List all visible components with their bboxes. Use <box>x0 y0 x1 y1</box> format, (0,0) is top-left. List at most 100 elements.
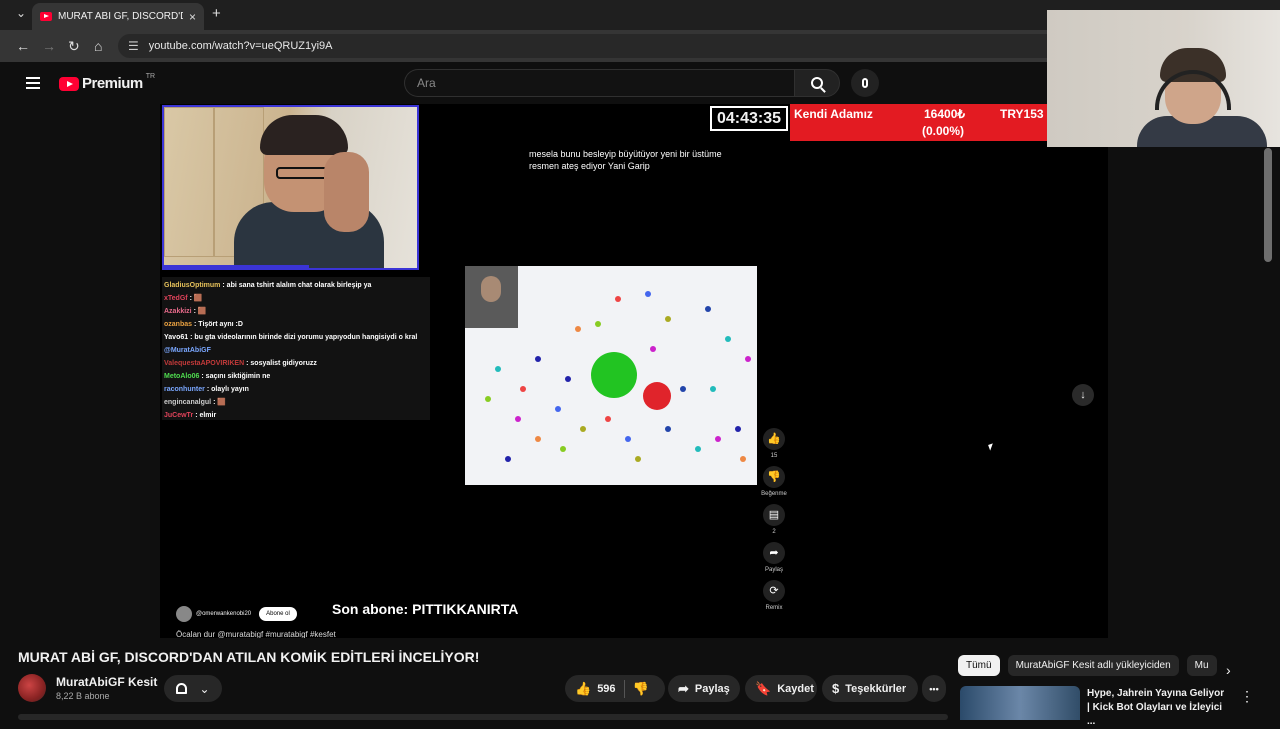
tab-title: MURAT ABİ GF, DISCORD'DAN <box>58 11 183 22</box>
chat-text: : bu gta videolarının birinde dizi yorum… <box>190 334 418 341</box>
banner-change: (0.00%) <box>922 124 965 138</box>
chip-from-uploader[interactable]: MuratAbiGF Kesit adlı yükleyiciden <box>1007 655 1179 676</box>
chat-username: Yavo61 <box>164 334 189 341</box>
chip-partial[interactable]: Mu <box>1186 655 1217 676</box>
shorts-channel-name[interactable]: @omerwankenobi20 <box>196 611 251 617</box>
food-pellet <box>625 436 631 442</box>
notification-bell-button[interactable]: ⌄ <box>164 675 222 702</box>
thanks-button[interactable]: $ Teşekkürler <box>822 675 918 702</box>
food-pellet <box>735 426 741 432</box>
channel-avatar[interactable] <box>18 674 46 702</box>
back-icon[interactable]: ← <box>16 38 30 54</box>
youtube-logo-icon <box>59 76 79 91</box>
menu-icon[interactable] <box>26 77 40 89</box>
webcam-progress-bar <box>164 265 309 268</box>
channel-name[interactable]: MuratAbiGF Kesit <box>56 675 157 689</box>
dislike-icon[interactable]: 👎 <box>633 681 649 697</box>
more-actions-button[interactable]: ••• <box>922 675 946 702</box>
shorts-comment-count: 2 <box>772 529 776 535</box>
chat-text: : sosyalist gidiyoruzz <box>246 360 317 367</box>
chat-username: MetoAlo06 <box>164 373 200 380</box>
address-bar[interactable]: ☰ youtube.com/watch?v=ueQRUZ1yi9A <box>118 34 1058 58</box>
chat-message: MetoAlo06: saçını siktiğimin ne <box>164 370 428 383</box>
banner-name: Kendi Adamız <box>794 107 873 121</box>
streamer-webcam <box>162 105 419 270</box>
bookmark-icon: 🔖 <box>755 680 772 696</box>
chat-username: GladiusOptimum <box>164 282 221 289</box>
like-count[interactable]: 596 <box>597 683 615 695</box>
food-pellet <box>565 376 571 382</box>
dislike-icon[interactable]: 👎 <box>763 466 785 488</box>
agario-gameplay <box>465 266 757 485</box>
chevron-right-icon[interactable]: › <box>1226 662 1231 678</box>
banner-value: 16400₺ <box>924 107 966 121</box>
country-code: TR <box>145 73 156 80</box>
like-dislike-group: 👍 596 👎 <box>565 675 665 702</box>
reactor-webcam <box>1047 10 1280 147</box>
recommended-video-thumbnail[interactable] <box>960 686 1080 720</box>
site-settings-icon[interactable]: ☰ <box>128 39 139 53</box>
shorts-caption: Öcalan dur @muratabigf #muratabigf #kesf… <box>176 630 336 638</box>
share-icon[interactable]: ➦ <box>763 542 785 564</box>
search-icon <box>811 77 823 89</box>
food-pellet <box>635 456 641 462</box>
new-tab-icon[interactable]: + <box>212 5 221 22</box>
food-pellet <box>485 396 491 402</box>
chip-all[interactable]: Tümü <box>958 655 1000 676</box>
video-subtitle: mesela bunu besleyip büyütüyor yeni bir … <box>529 149 722 171</box>
share-label: Paylaş <box>694 682 730 695</box>
youtube-premium-logo[interactable]: Premium TR <box>59 73 156 92</box>
save-label: Kaydet <box>777 682 814 695</box>
video-title: MURAT ABİ GF, DISCORD'DAN ATILAN KOMİK E… <box>18 649 480 665</box>
banner-currency: TRY153 <box>1000 107 1044 121</box>
reload-icon[interactable]: ↻ <box>68 38 80 55</box>
divider <box>623 679 625 698</box>
search-input[interactable]: Ara <box>404 69 794 97</box>
cabinet <box>164 107 214 257</box>
food-pellet <box>615 296 621 302</box>
chat-message: Azakkizi: 🟫 <box>164 305 428 318</box>
voice-search-button[interactable] <box>851 69 879 97</box>
like-icon[interactable]: 👍 <box>575 681 591 697</box>
kebab-menu-icon[interactable]: ⋮ <box>1240 688 1254 705</box>
food-pellet <box>535 356 541 362</box>
chat-text: : saçını siktiğimin ne <box>201 373 271 380</box>
food-pellet <box>725 336 731 342</box>
stream-timer: 04:43:35 <box>710 106 788 131</box>
save-button[interactable]: 🔖 Kaydet <box>745 675 817 702</box>
recommended-video-title[interactable]: Hype, Jahrein Yayına Geliyor | Kick Bot … <box>1087 687 1227 729</box>
remix-icon[interactable]: ⟳ <box>763 580 785 602</box>
home-icon[interactable]: ⌂ <box>94 38 102 54</box>
food-pellet <box>495 366 501 372</box>
player-cell-green <box>591 352 637 398</box>
chat-message: ValequestaAPOVIRIKEN: sosyalist gidiyoru… <box>164 357 428 370</box>
microphone-icon <box>862 78 868 88</box>
url-text: youtube.com/watch?v=ueQRUZ1yi9A <box>148 40 333 52</box>
food-pellet <box>560 446 566 452</box>
donation-banner: Kendi Adamız 16400₺ TRY153 (0.00%) <box>790 104 1048 141</box>
comment-icon[interactable]: ▤ <box>763 504 785 526</box>
food-pellet <box>595 321 601 327</box>
thanks-label: Teşekkürler <box>845 682 907 695</box>
food-pellet <box>665 316 671 322</box>
browser-tab-active[interactable]: MURAT ABİ GF, DISCORD'DAN × <box>32 3 204 30</box>
share-button[interactable]: ➦ Paylaş <box>668 675 740 702</box>
chat-username: xTedGf <box>164 295 188 302</box>
down-arrow-icon[interactable]: ↓ <box>1072 384 1094 406</box>
food-pellet <box>515 416 521 422</box>
food-pellet <box>745 356 751 362</box>
tab-list-icon[interactable]: ⌄ <box>16 6 26 20</box>
shorts-remix-label: Remix <box>765 605 783 611</box>
shorts-dislike-label: Beğenme <box>761 491 787 497</box>
search-button[interactable] <box>794 69 840 97</box>
like-icon[interactable]: 👍 <box>763 428 785 450</box>
shorts-channel-avatar[interactable] <box>176 606 192 622</box>
last-subscriber-text: Son abone: PITTIKKANIRTA <box>332 601 519 617</box>
youtube-favicon-icon <box>40 12 52 21</box>
page-scrollbar[interactable] <box>1264 148 1272 262</box>
forward-icon[interactable]: → <box>42 38 56 54</box>
tab-close-icon[interactable]: × <box>189 10 196 24</box>
food-pellet <box>555 406 561 412</box>
shorts-subscribe-button[interactable]: Abone ol <box>259 607 297 621</box>
food-pellet <box>680 386 686 392</box>
